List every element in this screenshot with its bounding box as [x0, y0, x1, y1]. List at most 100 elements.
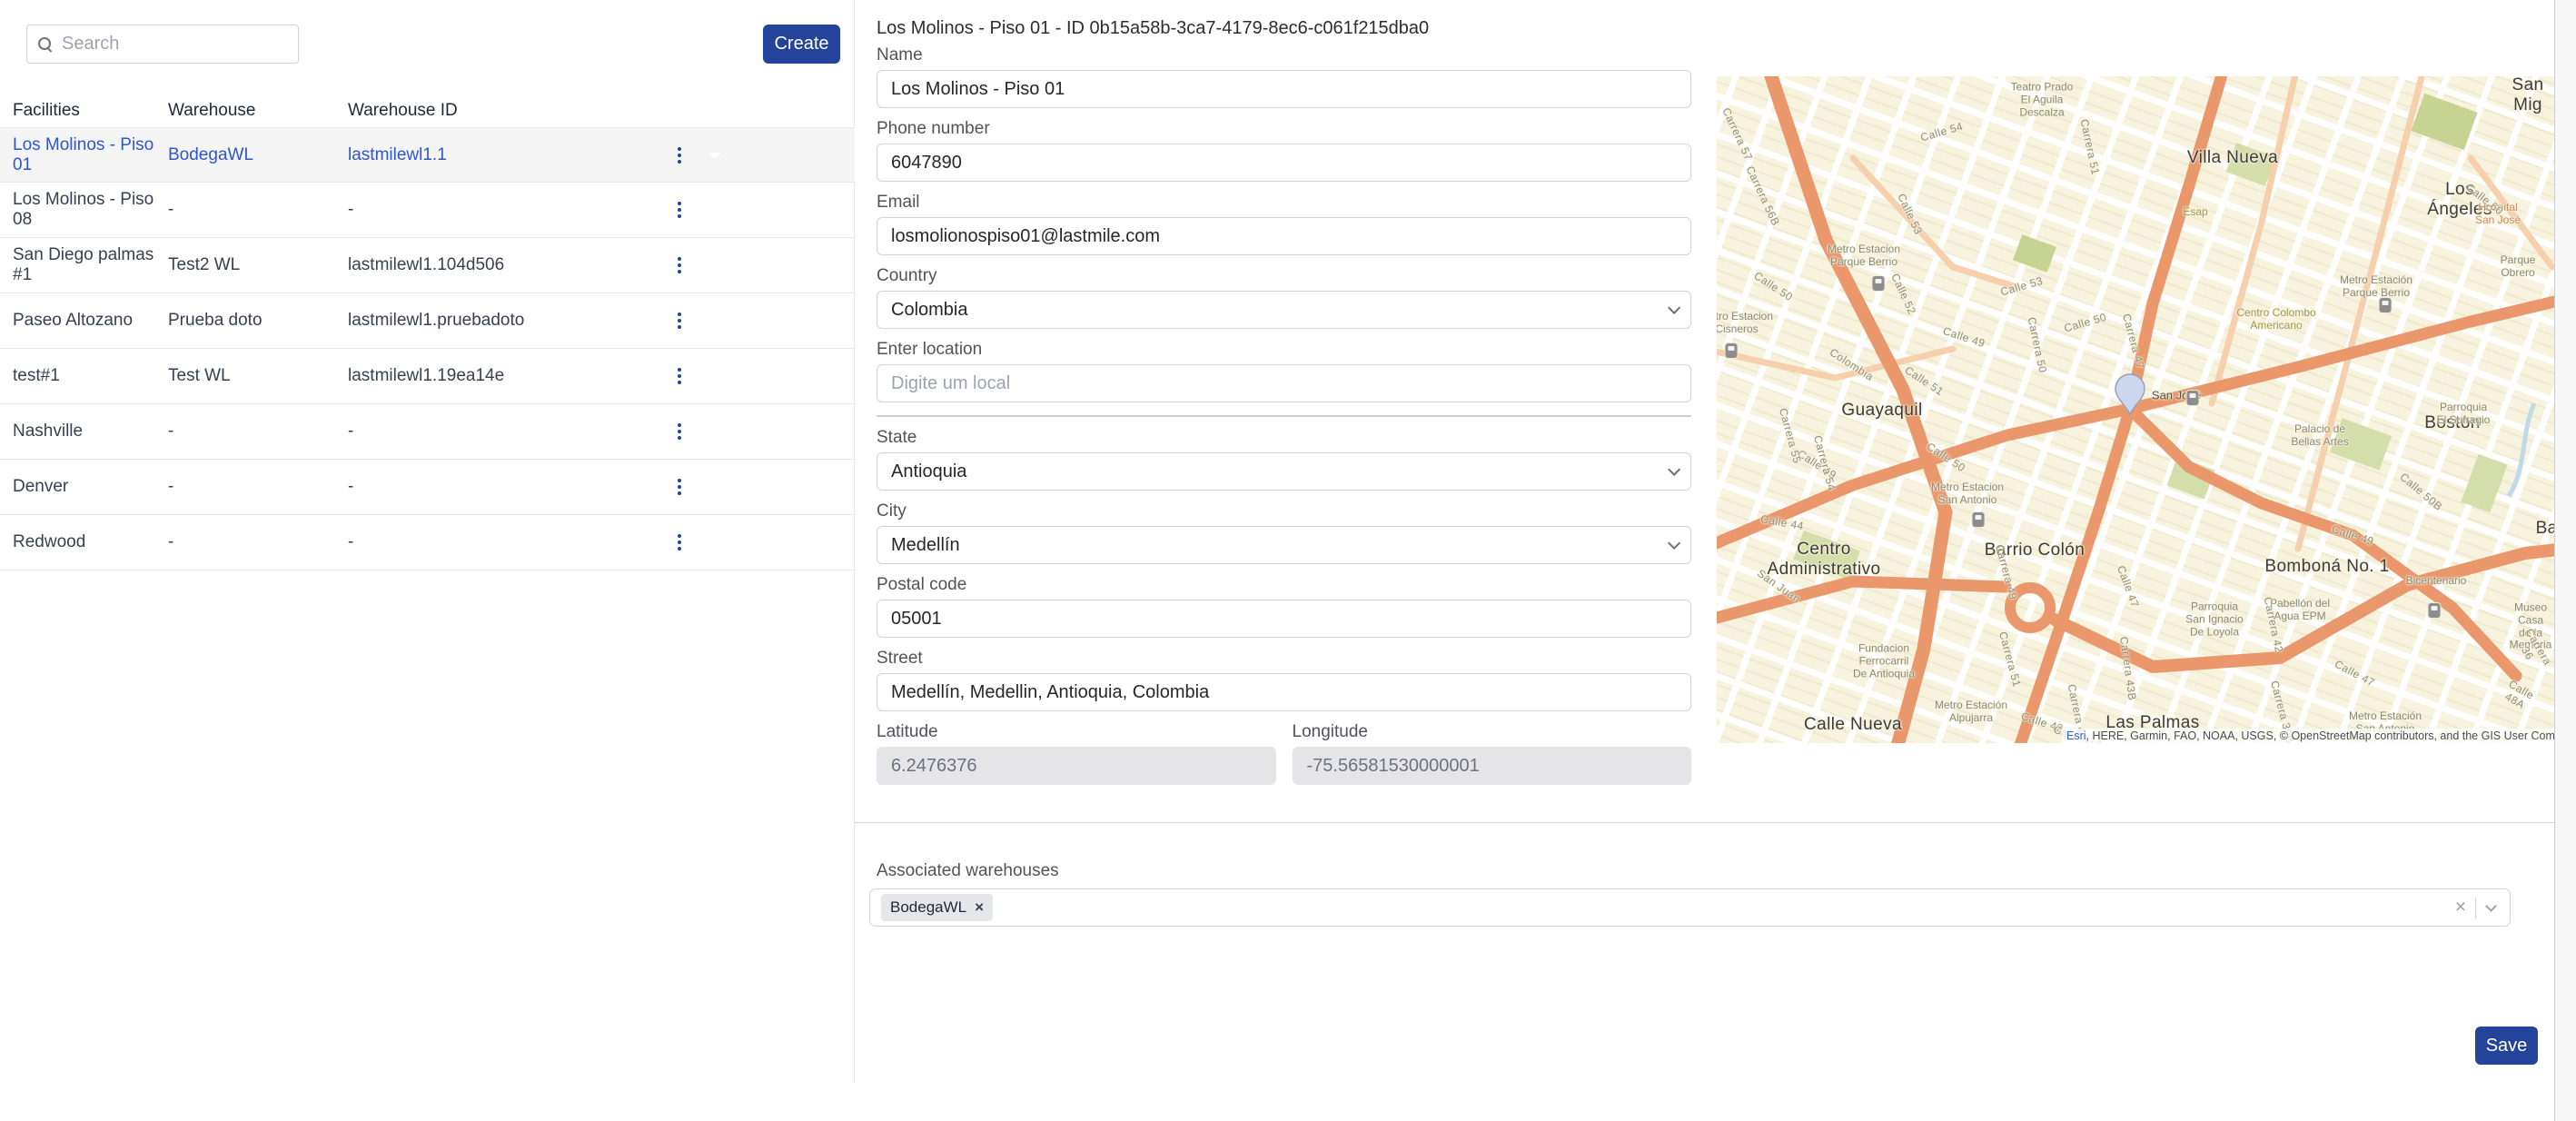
- warehouse-name: -: [168, 477, 348, 497]
- country-value: Colombia: [891, 300, 967, 321]
- column-header-warehouse-id: Warehouse ID: [348, 101, 675, 121]
- facility-name: test#1: [13, 366, 168, 386]
- city-label: City: [877, 501, 1691, 521]
- city-select[interactable]: Medellín: [877, 526, 1691, 564]
- facility-name: Denver: [13, 477, 168, 497]
- attribution-text: , HERE, Garmin, FAO, NOAA, USGS, © OpenS…: [2086, 729, 2554, 742]
- warehouse-id: lastmilewl1.19ea14e: [348, 366, 675, 386]
- search-icon: [38, 37, 53, 52]
- search-box[interactable]: [26, 25, 299, 64]
- row-actions-menu-icon[interactable]: [672, 529, 687, 556]
- email-label: Email: [877, 193, 1691, 213]
- warehouse-id: lastmilewl1.1: [348, 145, 675, 165]
- table-row[interactable]: Los Molinos - Piso 08--: [0, 183, 855, 238]
- facilities-table: Los Molinos - Piso 01BodegaWLlastmilewl1…: [0, 127, 855, 570]
- longitude-label: Longitude: [1293, 722, 1692, 742]
- warehouse-name: -: [168, 532, 348, 552]
- facilities-table-header: Facilities Warehouse Warehouse ID: [0, 94, 855, 127]
- map[interactable]: San MigVilla NuevaLos ÁngelesGuayaquilBo…: [1717, 76, 2554, 743]
- remove-tag-icon[interactable]: ×: [975, 898, 984, 917]
- facility-name: Paseo Altozano: [13, 311, 168, 331]
- state-value: Antioquia: [891, 461, 966, 482]
- name-field[interactable]: [877, 70, 1691, 108]
- row-actions-menu-icon[interactable]: [672, 142, 687, 169]
- esri-link[interactable]: Esri: [2066, 729, 2086, 742]
- facility-form: Name Phone number Email Country Colombia…: [877, 35, 1691, 785]
- warehouse-id: lastmilewl1.104d506: [348, 255, 675, 275]
- warehouse-name: Test2 WL: [168, 255, 348, 275]
- column-header-warehouse: Warehouse: [168, 101, 348, 121]
- country-label: Country: [877, 266, 1691, 286]
- row-caret-icon[interactable]: [708, 153, 721, 159]
- select-separator: [2475, 897, 2476, 918]
- table-row[interactable]: test#1Test WLlastmilewl1.19ea14e: [0, 349, 855, 404]
- create-button[interactable]: Create: [763, 25, 840, 64]
- latitude-field: [877, 747, 1276, 785]
- street-field[interactable]: [877, 673, 1691, 711]
- postal-code-field[interactable]: [877, 600, 1691, 638]
- metro-station-icon: [1973, 512, 1985, 527]
- metro-station-icon: [1726, 343, 1738, 358]
- chevron-down-icon: [1668, 302, 1680, 314]
- chevron-down-icon: [1668, 463, 1680, 476]
- phone-label: Phone number: [877, 119, 1691, 139]
- map-attribution: Esri, HERE, Garmin, FAO, NOAA, USGS, © O…: [2062, 729, 2554, 743]
- latitude-label: Latitude: [877, 722, 1276, 742]
- search-input[interactable]: [62, 34, 287, 55]
- clear-icon[interactable]: ×: [2455, 897, 2466, 918]
- facilities-panel: Create Facilities Warehouse Warehouse ID…: [0, 0, 855, 1083]
- location-label: Enter location: [877, 340, 1691, 360]
- row-actions-menu-icon[interactable]: [672, 418, 687, 445]
- save-button[interactable]: Save: [2475, 1027, 2538, 1065]
- warehouse-name: Test WL: [168, 366, 348, 386]
- longitude-field: [1293, 747, 1692, 785]
- row-actions-menu-icon[interactable]: [672, 362, 687, 390]
- facility-name: Los Molinos - Piso 08: [13, 190, 168, 230]
- table-row[interactable]: Nashville--: [0, 404, 855, 460]
- table-row[interactable]: Denver--: [0, 460, 855, 515]
- warehouse-tag-label: BodegaWL: [890, 898, 966, 917]
- location-input[interactable]: [877, 364, 1691, 402]
- warehouse-tags: BodegaWL ×: [881, 894, 993, 921]
- metro-station-icon: [1873, 276, 1885, 291]
- facility-name: San Diego palmas #1: [13, 245, 168, 285]
- scrollbar-track[interactable]: [2554, 0, 2576, 1121]
- facility-name: Nashville: [13, 422, 168, 441]
- metro-station-icon: [2380, 298, 2392, 312]
- facility-name: Redwood: [13, 532, 168, 552]
- street-label: Street: [877, 649, 1691, 669]
- warehouse-name: -: [168, 200, 348, 220]
- section-divider: [855, 822, 2554, 823]
- table-row[interactable]: Los Molinos - Piso 01BodegaWLlastmilewl1…: [0, 127, 855, 183]
- map-canvas: [1717, 76, 2554, 743]
- warehouse-name: BodegaWL: [168, 145, 348, 165]
- warehouse-id: -: [348, 422, 675, 441]
- metro-station-icon: [2429, 603, 2441, 618]
- table-row[interactable]: Paseo AltozanoPrueba dotolastmilewl1.pru…: [0, 293, 855, 349]
- warehouse-id: -: [348, 200, 675, 220]
- row-actions-menu-icon[interactable]: [672, 473, 687, 501]
- country-select[interactable]: Colombia: [877, 291, 1691, 329]
- warehouse-id: -: [348, 532, 675, 552]
- email-field[interactable]: [877, 217, 1691, 255]
- name-label: Name: [877, 45, 1691, 65]
- chevron-down-icon[interactable]: [2485, 900, 2497, 912]
- warehouse-name: -: [168, 422, 348, 441]
- row-actions-menu-icon[interactable]: [672, 307, 687, 334]
- state-label: State: [877, 428, 1691, 448]
- state-select[interactable]: Antioquia: [877, 452, 1691, 491]
- associated-warehouses-label: Associated warehouses: [877, 861, 1059, 881]
- chevron-down-icon: [1668, 537, 1680, 550]
- location-divider: [877, 415, 1691, 417]
- table-row[interactable]: San Diego palmas #1Test2 WLlastmilewl1.1…: [0, 238, 855, 293]
- warehouse-tag: BodegaWL ×: [881, 894, 993, 921]
- column-header-facilities: Facilities: [13, 101, 168, 121]
- facility-name: Los Molinos - Piso 01: [13, 135, 168, 175]
- row-actions-menu-icon[interactable]: [672, 252, 687, 279]
- postal-code-label: Postal code: [877, 575, 1691, 595]
- warehouse-id: lastmilewl1.pruebadoto: [348, 311, 675, 331]
- row-actions-menu-icon[interactable]: [672, 196, 687, 223]
- phone-field[interactable]: [877, 144, 1691, 182]
- table-row[interactable]: Redwood--: [0, 515, 855, 570]
- associated-warehouses-select[interactable]: BodegaWL × ×: [869, 888, 2511, 927]
